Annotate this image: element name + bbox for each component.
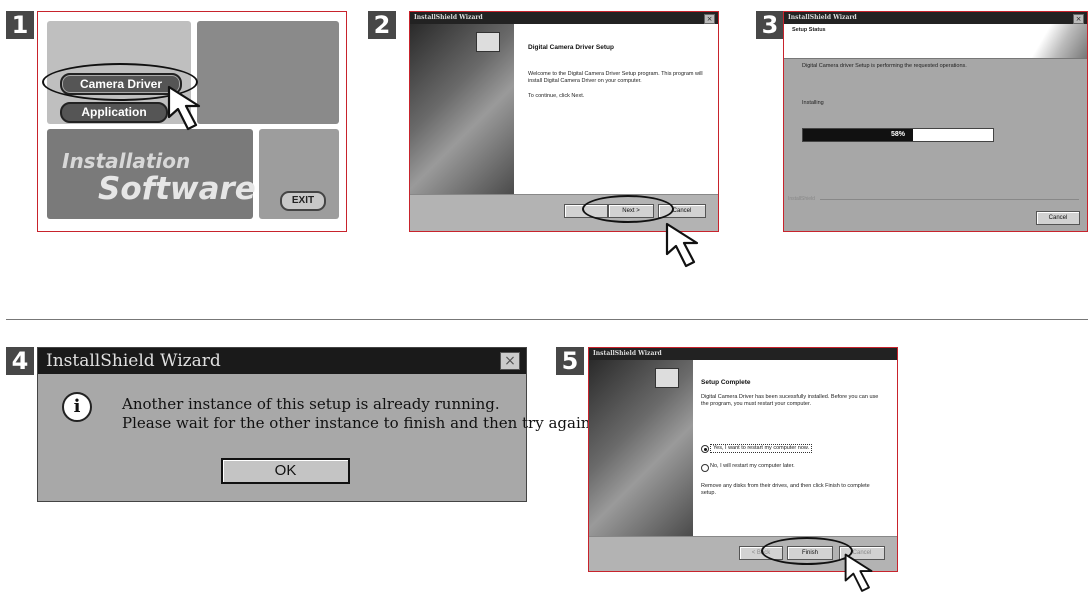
step-number-4: 4: [6, 347, 34, 375]
exit-label: EXIT: [291, 195, 315, 206]
restart-later-label[interactable]: No, I will restart my computer later.: [710, 463, 795, 470]
welcome-title-bar: InstallShield Wizard ×: [410, 12, 718, 24]
error-title-bar: InstallShield Wizard ×: [38, 348, 526, 374]
remove-disks-text: Remove any disks from their drives, and …: [701, 483, 870, 496]
step-number-3: 3: [756, 11, 784, 39]
error-message-line1: Another instance of this setup is alread…: [122, 395, 500, 413]
installation-title: Installation: [62, 149, 191, 173]
complete-heading: Setup Complete: [701, 379, 751, 386]
status-divider: [820, 199, 1079, 200]
welcome-heading: Digital Camera Driver Setup: [528, 44, 614, 51]
install-progress-label: 58%: [890, 131, 905, 138]
radio-dot-icon: [703, 447, 707, 451]
welcome-close-icon[interactable]: ×: [704, 14, 715, 24]
software-title: Software: [98, 171, 256, 207]
restart-now-label[interactable]: Yes, I want to restart my computer now.: [710, 444, 813, 453]
error-message-line2: Please wait for the other instance to fi…: [122, 414, 596, 432]
error-dialog: InstallShield Wizard × i Another instanc…: [37, 347, 595, 502]
restart-now-radio[interactable]: [701, 445, 709, 453]
status-title-bar: InstallShield Wizard ×: [784, 12, 1087, 24]
welcome-computer-icon: [476, 32, 500, 52]
highlight-ellipse-finish: [761, 537, 853, 565]
step-number-5: 5: [556, 347, 584, 375]
complete-body: Digital Camera Driver has been sucessful…: [701, 394, 879, 407]
complete-title-bar: InstallShield Wizard: [589, 348, 897, 360]
complete-computer-icon: [655, 368, 679, 388]
ok-button[interactable]: OK: [221, 458, 350, 484]
application-label: Application: [81, 105, 147, 119]
pointer-cursor-icon: [167, 85, 201, 131]
complete-window-title: InstallShield Wizard: [593, 350, 662, 357]
status-message: Digital Camera driver Setup is performin…: [802, 63, 967, 69]
setup-complete-window: InstallShield Wizard Setup Complete Digi…: [588, 347, 898, 572]
step-number-2: 2: [368, 11, 396, 39]
install-progress-bar: 58%: [802, 128, 994, 142]
pointer-cursor-icon: [665, 222, 699, 268]
info-icon: i: [62, 392, 92, 422]
installing-label: Installing: [802, 100, 824, 106]
welcome-cancel-label: Cancel: [672, 208, 692, 214]
status-cancel-label: Cancel: [1048, 215, 1068, 221]
highlight-ellipse-next: [582, 195, 674, 223]
welcome-window-title: InstallShield Wizard: [414, 14, 483, 21]
status-cancel-button[interactable]: Cancel: [1036, 211, 1080, 225]
error-close-icon[interactable]: ×: [500, 352, 520, 370]
welcome-body: Welcome to the Digital Camera Driver Set…: [528, 71, 703, 84]
installshield-brand: InstallShield: [788, 196, 815, 202]
menu-tile-top-right: [197, 21, 339, 124]
error-window-title: InstallShield Wizard: [46, 351, 221, 371]
installer-menu-panel: Camera Driver Application Installation S…: [37, 11, 347, 232]
exit-button[interactable]: EXIT: [280, 191, 326, 211]
application-button[interactable]: Application: [60, 102, 168, 123]
section-divider: [6, 319, 1088, 320]
restart-later-radio[interactable]: [701, 464, 709, 472]
status-header-graphic: [1027, 24, 1087, 58]
pointer-cursor-icon: [844, 553, 873, 592]
setup-status-window: InstallShield Wizard × Setup Status Digi…: [783, 11, 1088, 232]
step-number-1: 1: [6, 11, 34, 39]
welcome-wizard-window: InstallShield Wizard × Digital Camera Dr…: [409, 11, 719, 232]
status-window-title: InstallShield Wizard: [788, 14, 857, 21]
status-header-area: Setup Status: [784, 24, 1087, 59]
welcome-continue-text: To continue, click Next.: [528, 93, 585, 99]
status-close-icon[interactable]: ×: [1073, 14, 1084, 24]
ok-label: OK: [274, 462, 297, 479]
status-header: Setup Status: [792, 27, 826, 33]
